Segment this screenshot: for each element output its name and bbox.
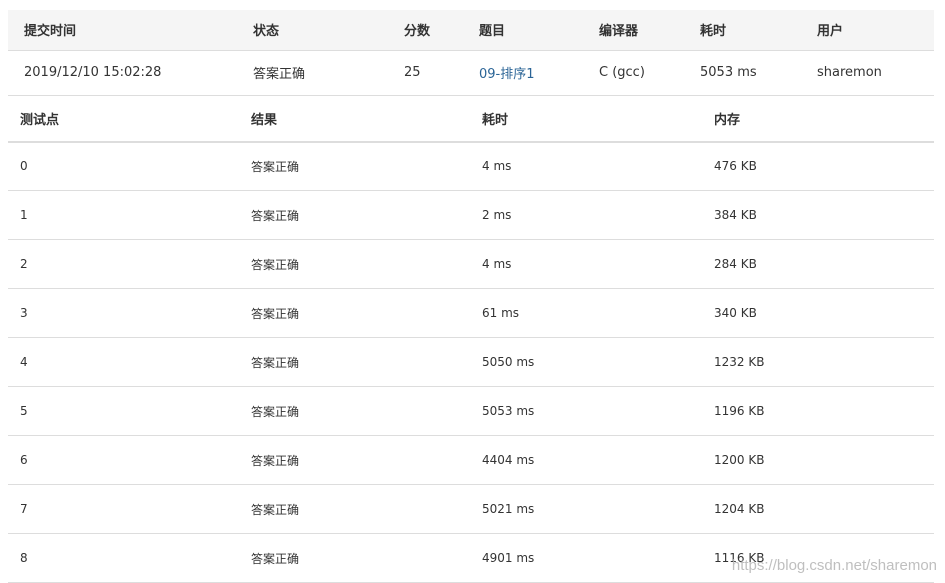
- submission-summary-table: 提交时间 状态 分数 题目 编译器 耗时 用户 2019/12/10 15:02…: [8, 10, 934, 96]
- score: 25: [388, 50, 463, 95]
- test-cases-table: 测试点 结果 耗时 内存 0 答案正确 4 ms 476 KB 1 答案正确 2…: [8, 96, 934, 583]
- table-row: 0 答案正确 4 ms 476 KB: [8, 142, 934, 191]
- test-result: 答案正确: [239, 436, 470, 485]
- table-row: 8 答案正确 4901 ms 1116 KB: [8, 534, 934, 583]
- header-problem: 题目: [463, 10, 583, 50]
- test-memory: 1116 KB: [702, 534, 934, 583]
- status-badge: 答案正确: [237, 50, 388, 95]
- test-point-id: 0: [8, 142, 239, 191]
- header-compiler: 编译器: [583, 10, 684, 50]
- test-result: 答案正确: [239, 289, 470, 338]
- test-memory: 1204 KB: [702, 485, 934, 534]
- table-row: 1 答案正确 2 ms 384 KB: [8, 191, 934, 240]
- test-result: 答案正确: [239, 338, 470, 387]
- table-row: 7 答案正确 5021 ms 1204 KB: [8, 485, 934, 534]
- test-result: 答案正确: [239, 142, 470, 191]
- test-result: 答案正确: [239, 387, 470, 436]
- table-row: 6 答案正确 4404 ms 1200 KB: [8, 436, 934, 485]
- test-memory: 476 KB: [702, 142, 934, 191]
- test-point-id: 5: [8, 387, 239, 436]
- test-point-id: 4: [8, 338, 239, 387]
- test-point-id: 3: [8, 289, 239, 338]
- summary-header-row: 提交时间 状态 分数 题目 编译器 耗时 用户: [8, 10, 934, 50]
- header-test-point: 测试点: [8, 96, 239, 142]
- test-point-id: 8: [8, 534, 239, 583]
- table-row: 5 答案正确 5053 ms 1196 KB: [8, 387, 934, 436]
- test-result: 答案正确: [239, 485, 470, 534]
- test-time: 5021 ms: [470, 485, 702, 534]
- header-submit-time: 提交时间: [8, 10, 237, 50]
- table-row: 2 答案正确 4 ms 284 KB: [8, 240, 934, 289]
- test-point-id: 2: [8, 240, 239, 289]
- problem-cell: 09-排序1: [463, 50, 583, 95]
- user-name: sharemon: [801, 50, 934, 95]
- test-point-id: 7: [8, 485, 239, 534]
- test-result: 答案正确: [239, 191, 470, 240]
- test-point-id: 1: [8, 191, 239, 240]
- test-memory: 1200 KB: [702, 436, 934, 485]
- elapsed-time: 5053 ms: [684, 50, 801, 95]
- test-point-id: 6: [8, 436, 239, 485]
- header-user: 用户: [801, 10, 934, 50]
- compiler: C (gcc): [583, 50, 684, 95]
- test-memory: 1196 KB: [702, 387, 934, 436]
- test-time: 5053 ms: [470, 387, 702, 436]
- test-result: 答案正确: [239, 534, 470, 583]
- test-time: 5050 ms: [470, 338, 702, 387]
- test-memory: 384 KB: [702, 191, 934, 240]
- problem-link[interactable]: 09-排序1: [479, 67, 535, 82]
- header-elapsed: 耗时: [684, 10, 801, 50]
- test-memory: 340 KB: [702, 289, 934, 338]
- header-case-time: 耗时: [470, 96, 702, 142]
- summary-row: 2019/12/10 15:02:28 答案正确 25 09-排序1 C (gc…: [8, 50, 934, 95]
- cases-header-row: 测试点 结果 耗时 内存: [8, 96, 934, 142]
- header-status: 状态: [237, 10, 388, 50]
- test-memory: 284 KB: [702, 240, 934, 289]
- test-time: 61 ms: [470, 289, 702, 338]
- test-memory: 1232 KB: [702, 338, 934, 387]
- table-row: 4 答案正确 5050 ms 1232 KB: [8, 338, 934, 387]
- submit-time: 2019/12/10 15:02:28: [8, 50, 237, 95]
- test-time: 2 ms: [470, 191, 702, 240]
- test-time: 4404 ms: [470, 436, 702, 485]
- test-time: 4 ms: [470, 240, 702, 289]
- test-time: 4901 ms: [470, 534, 702, 583]
- submission-page: 提交时间 状态 分数 题目 编译器 耗时 用户 2019/12/10 15:02…: [8, 10, 934, 583]
- test-result: 答案正确: [239, 240, 470, 289]
- test-time: 4 ms: [470, 142, 702, 191]
- header-memory: 内存: [702, 96, 934, 142]
- table-row: 3 答案正确 61 ms 340 KB: [8, 289, 934, 338]
- header-score: 分数: [388, 10, 463, 50]
- header-result: 结果: [239, 96, 470, 142]
